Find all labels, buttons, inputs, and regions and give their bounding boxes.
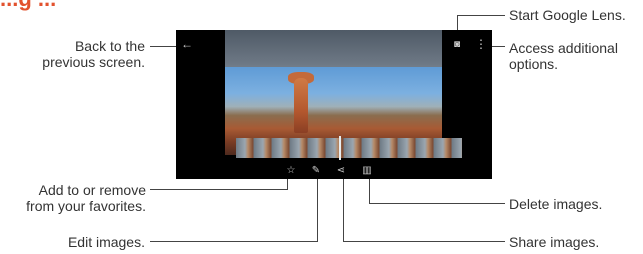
leader-favorite	[150, 189, 287, 190]
leader-edit-h	[150, 241, 318, 242]
leader-share-h	[343, 241, 505, 242]
callout-share: Share images.	[509, 234, 600, 250]
leader-lens-h	[457, 15, 505, 16]
callout-lens: Start Google Lens.	[509, 7, 626, 23]
pencil-icon: ✎	[311, 165, 321, 176]
more-options-button[interactable]: ⋮	[474, 38, 488, 50]
leader-share-v	[343, 174, 344, 242]
leader-back	[150, 46, 176, 47]
gallery-screen: ← ◙ ⋮ ☆ ✎ ⋖ ▥	[176, 30, 492, 179]
callout-favorite: Add to or remove from your favorites.	[26, 182, 146, 214]
delete-button[interactable]: ▥	[360, 165, 374, 177]
callout-more: Access additional options.	[509, 40, 618, 72]
google-lens-button[interactable]: ◙	[450, 39, 464, 51]
callout-back: Back to the previous screen.	[42, 38, 145, 70]
share-button[interactable]: ⋖	[334, 165, 348, 177]
arrow-left-icon: ←	[181, 37, 193, 51]
section-title: ...g ...	[0, 0, 56, 12]
more-vertical-icon: ⋮	[475, 37, 487, 51]
thumbnail-current-marker	[339, 136, 341, 160]
google-lens-icon: ◙	[453, 39, 461, 50]
leader-delete-h	[369, 203, 505, 204]
thumbnail-strip[interactable]	[236, 138, 462, 158]
callout-delete: Delete images.	[509, 196, 603, 212]
rock-pillar	[294, 78, 308, 133]
edit-button[interactable]: ✎	[309, 165, 323, 177]
share-icon: ⋖	[336, 165, 346, 176]
star-icon: ☆	[286, 165, 296, 176]
favorite-button[interactable]: ☆	[284, 165, 298, 177]
callout-edit: Edit images.	[67, 234, 145, 250]
trash-icon: ▥	[362, 165, 372, 176]
back-button[interactable]: ←	[180, 38, 194, 50]
leader-edit-v	[317, 174, 318, 242]
